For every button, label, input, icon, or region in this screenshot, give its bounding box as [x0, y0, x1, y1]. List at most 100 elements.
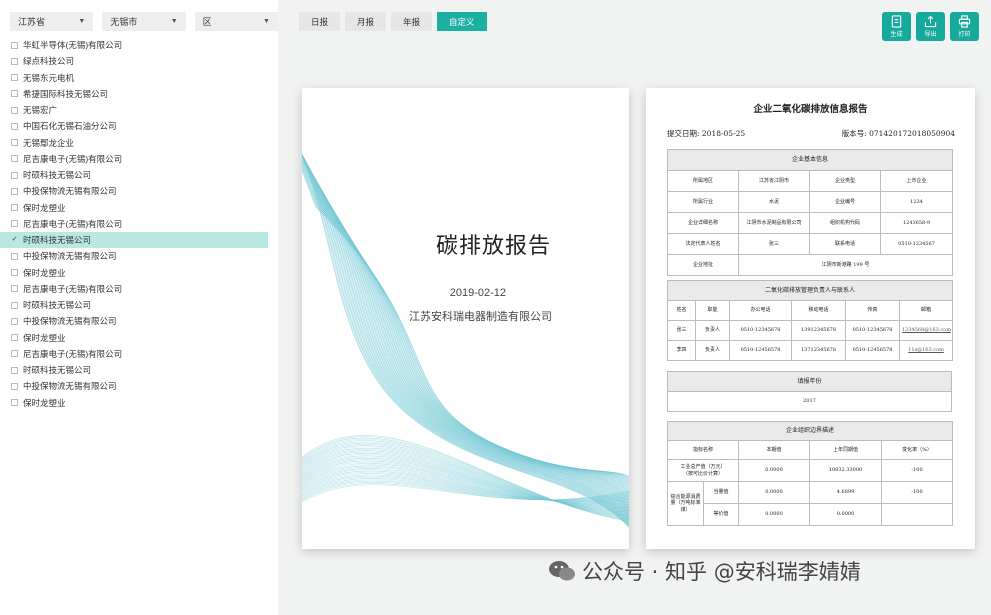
checkbox[interactable]: [11, 139, 18, 147]
company-list-item[interactable]: 中投保物流无锡有限公司: [0, 313, 268, 329]
report-cover[interactable]: 碳排放报告 2019-02-12 江苏安科瑞电器制造有限公司: [302, 88, 629, 549]
company-list-item[interactable]: 中投保物流无锡有限公司: [0, 183, 268, 199]
report-main: 日报 月报 年报 自定义 生成 导出 打印 碳排放报告 2019-02-12 江苏安科…: [288, 0, 991, 615]
company-list-item[interactable]: 保时龙塑业: [0, 330, 268, 346]
table-cell: 水泥: [738, 191, 810, 213]
print-button[interactable]: 打印: [950, 12, 979, 41]
table-cell: 10832.33000: [809, 459, 882, 482]
company-name: 中投保物流无锡有限公司: [23, 316, 117, 327]
table-cell: 组织机构代码: [809, 212, 881, 234]
company-list-item[interactable]: ✓ 时硕科技无锡公司: [0, 232, 268, 249]
company-list-item[interactable]: 尼吉康电子(无锡)有限公司: [0, 346, 268, 362]
company-list-item[interactable]: 无锡宏广: [0, 102, 268, 118]
checkbox[interactable]: [11, 334, 18, 342]
district-select[interactable]: 区 ▼: [194, 12, 278, 31]
checkbox[interactable]: [11, 122, 18, 130]
company-list-item[interactable]: 时硕科技无锡公司: [0, 362, 268, 378]
checkbox[interactable]: [11, 171, 18, 179]
checkbox[interactable]: [11, 204, 18, 212]
company-list-item[interactable]: 中投保物流无锡有限公司: [0, 248, 268, 264]
tab-1[interactable]: 月报: [345, 12, 387, 31]
company-name: 时硕科技无锡公司: [23, 300, 92, 311]
checkbox[interactable]: [11, 399, 18, 407]
company-name: 华虹半导体(无锡)有限公司: [23, 40, 123, 51]
province-select[interactable]: 江苏省 ▼: [10, 12, 94, 31]
company-list-item[interactable]: 无锡鄢龙企业: [0, 135, 268, 151]
company-list-item[interactable]: 保时龙塑业: [0, 395, 268, 411]
action-buttons: 生成 导出 打印: [882, 12, 979, 41]
table-cell: 0510-12456578: [845, 340, 900, 361]
company-list-item[interactable]: 尼吉康电子(无锡)有限公司: [0, 151, 268, 167]
company-name: 尼吉康电子(无锡)有限公司: [23, 283, 123, 294]
checkbox[interactable]: [11, 106, 18, 114]
table-cell: 当量值: [703, 481, 739, 504]
company-list-item[interactable]: 保时龙塑业: [0, 200, 268, 216]
table-cell: 11s@163.com: [898, 340, 954, 361]
checkbox[interactable]: [11, 350, 18, 358]
checkbox[interactable]: [11, 155, 18, 163]
version-number: 版本号: 07142017201805090​4: [841, 129, 955, 138]
checkbox[interactable]: [11, 301, 18, 309]
boundary-heading: 企业组织边界描述: [666, 421, 954, 441]
company-list-item[interactable]: 时硕科技无锡公司: [0, 297, 268, 313]
company-name: 希捷国际科技无锡公司: [23, 88, 109, 99]
table-cell: 负责人: [695, 320, 730, 341]
checkbox[interactable]: [11, 317, 18, 325]
checkbox[interactable]: [11, 366, 18, 374]
report-document[interactable]: 企业二氧化碳排放信息报告 提交日期: 2018-05-25 版本号: 07142…: [646, 88, 975, 549]
report-meta: 提交日期: 2018-05-25 版本号: 07142017201805090​…: [667, 128, 955, 139]
company-list-item[interactable]: 保时龙塑业: [0, 265, 268, 281]
contacts-heading: 二氧化碳排放管理负责人与联系人: [666, 280, 954, 301]
table-cell: 综合能源消费量（万吨标准煤）: [667, 481, 704, 526]
checkbox[interactable]: [11, 252, 18, 260]
company-name: 绿点科技公司: [23, 56, 75, 67]
export-label: 导出: [924, 32, 937, 38]
table-cell: 法定代表人姓名: [667, 233, 739, 255]
year-table: 填报年份 2017: [667, 371, 952, 412]
table-cell: 江阴市新港路 199 号: [737, 254, 954, 276]
table-cell: 所属地区: [667, 170, 739, 192]
company-list-item[interactable]: 绿点科技公司: [0, 53, 268, 69]
table-cell: 13912345678: [791, 320, 846, 341]
printer-icon: [958, 15, 971, 28]
company-list-item[interactable]: 尼吉康电子(无锡)有限公司: [0, 281, 268, 297]
city-select[interactable]: 无锡市 ▼: [102, 12, 186, 31]
table-cell: 江苏省江阴市: [738, 170, 810, 192]
checkbox[interactable]: [11, 269, 18, 277]
company-list-item[interactable]: 华虹半导体(无锡)有限公司: [0, 37, 268, 53]
company-name: 保时龙塑业: [23, 332, 66, 343]
table-cell: 工业总产值（万元） （按可比价计算）: [667, 459, 739, 482]
checkbox[interactable]: [11, 220, 18, 228]
checkbox[interactable]: [11, 90, 18, 98]
table-cell: 0510-1234567: [879, 233, 954, 255]
checkbox[interactable]: [11, 382, 18, 390]
checkbox[interactable]: [11, 57, 18, 65]
table-cell: 1234: [879, 191, 954, 213]
tab-3[interactable]: 自定义: [437, 12, 487, 31]
table-cell: 等价值: [703, 503, 739, 526]
export-button[interactable]: 导出: [916, 12, 945, 41]
company-list-item[interactable]: 希捷国际科技无锡公司: [0, 86, 268, 102]
chevron-down-icon: ▼: [263, 18, 270, 25]
checkbox[interactable]: [11, 187, 18, 195]
table-cell: 0.0000: [738, 481, 810, 504]
company-list-item[interactable]: 尼吉康电子(无锡)有限公司: [0, 216, 268, 232]
checkbox[interactable]: [11, 41, 18, 49]
company-list-item[interactable]: 时硕科技无锡公司: [0, 167, 268, 183]
company-name: 无锡宏广: [23, 105, 58, 116]
company-name: 无锡鄢龙企业: [23, 137, 75, 148]
checkbox[interactable]: [11, 74, 18, 82]
company-list-item[interactable]: 无锡东元电机: [0, 70, 268, 86]
checkbox[interactable]: ✓: [11, 236, 18, 244]
checkbox[interactable]: [11, 285, 18, 293]
generate-button[interactable]: 生成: [882, 12, 911, 41]
tab-2[interactable]: 年报: [391, 12, 433, 31]
table-cell: 0.0000: [738, 459, 810, 482]
year-heading: 填报年份: [667, 371, 952, 392]
company-name: 中投保物流无锡有限公司: [23, 251, 117, 262]
table-cell: 负责人: [695, 340, 730, 361]
company-list-item[interactable]: 中投保物流无锡有限公司: [0, 378, 268, 394]
tab-0[interactable]: 日报: [299, 12, 341, 31]
company-list-item[interactable]: 中国石化无锡石油分公司: [0, 118, 268, 134]
document-icon: [891, 15, 902, 28]
